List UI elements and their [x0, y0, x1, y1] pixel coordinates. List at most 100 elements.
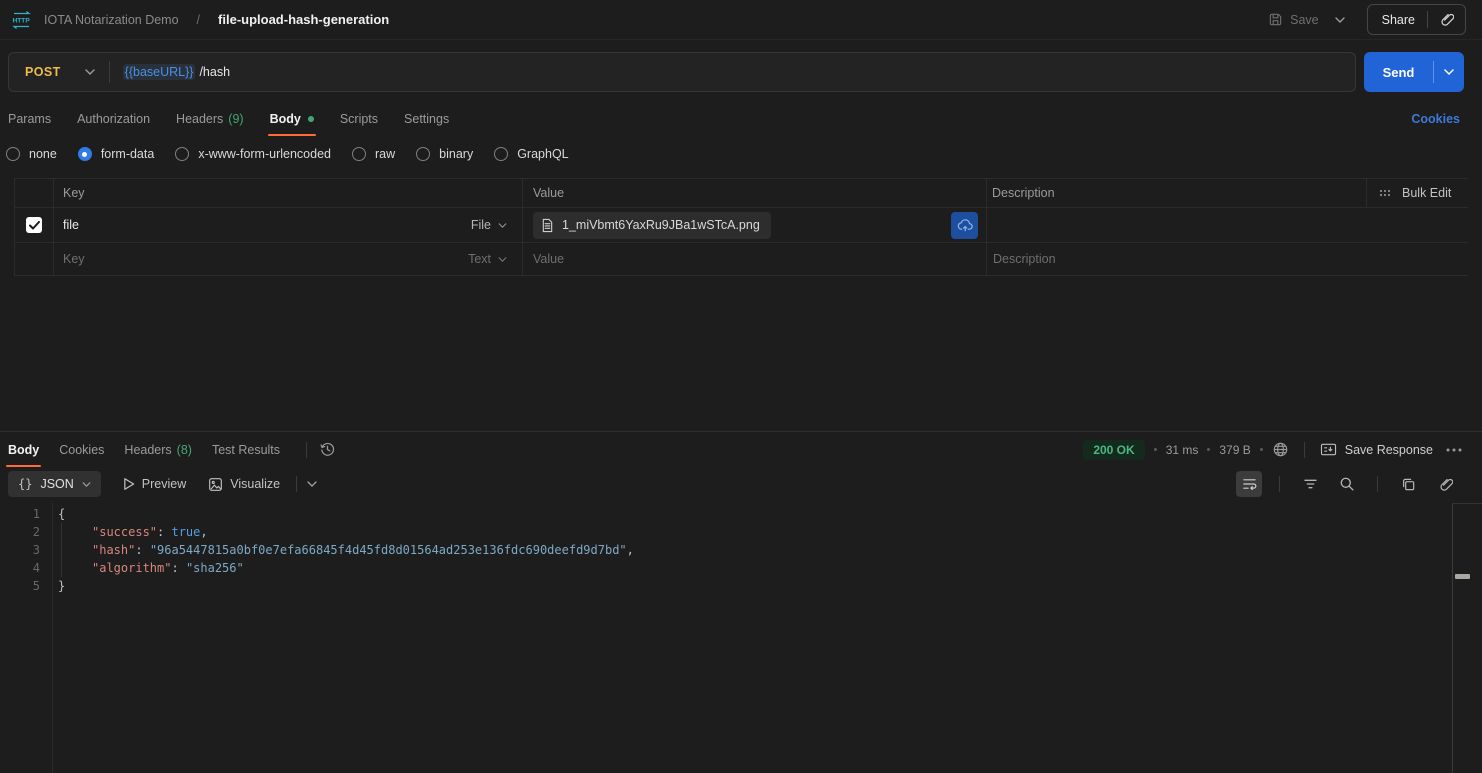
tab-label: Body [8, 443, 39, 457]
body-type-binary[interactable]: binary [416, 147, 473, 161]
save-options-chevron-icon[interactable] [1331, 13, 1349, 27]
value-cell[interactable]: 1_miVbmt6YaxRu9JBa1wSTcA.png [522, 208, 986, 242]
request-tabs: Params Authorization Headers (9) Body Scripts… [8, 104, 475, 134]
line-number: 4 [0, 559, 52, 577]
workspace-name[interactable]: IOTA Notarization Demo [44, 13, 179, 27]
share-button[interactable]: Share [1367, 4, 1466, 35]
divider [1279, 476, 1280, 492]
response-tab-test-results[interactable]: Test Results [212, 435, 280, 465]
file-chip[interactable]: 1_miVbmt6YaxRu9JBa1wSTcA.png [533, 212, 771, 239]
copy-icon [1401, 477, 1416, 492]
body-type-form-data[interactable]: form-data [78, 147, 155, 161]
scrollbar-marker[interactable] [1455, 574, 1470, 579]
status-badge[interactable]: 200 OK [1083, 440, 1144, 460]
response-code[interactable]: 1{2"success": true,3"hash": "96a5447815a… [0, 505, 1452, 773]
line-content: "algorithm": "sha256" [52, 559, 244, 577]
description-cell[interactable] [986, 208, 1468, 242]
value-cell[interactable]: Value [522, 243, 986, 275]
filter-button[interactable] [1297, 471, 1323, 497]
value-type-select[interactable]: File [471, 218, 507, 232]
response-panel: Body Cookies Headers(8) Test Results 200 OK… [0, 431, 1482, 773]
body-type-none[interactable]: none [6, 147, 57, 161]
method-label: POST [25, 65, 61, 79]
chevron-down-icon [498, 257, 507, 262]
request-name[interactable]: file-upload-hash-generation [218, 12, 389, 27]
chevron-down-icon [85, 69, 95, 75]
code-line: 1{ [0, 505, 1452, 523]
tab-headers[interactable]: Headers (9) [176, 104, 244, 134]
visualize-button[interactable]: Visualize [208, 477, 280, 492]
tab-authorization[interactable]: Authorization [77, 104, 150, 134]
more-views-chevron-icon[interactable] [307, 481, 317, 487]
method-select[interactable]: POST [9, 65, 109, 79]
body-type-x-www-form-urlencoded[interactable]: x-www-form-urlencoded [175, 147, 331, 161]
response-tab-body[interactable]: Body [8, 435, 39, 465]
line-number: 3 [0, 541, 52, 559]
description-cell[interactable]: Description [986, 243, 1468, 275]
tab-params[interactable]: Params [8, 104, 51, 134]
save-response-button[interactable]: Save Response [1320, 442, 1433, 457]
tab-label: Body [270, 112, 301, 126]
tab-body[interactable]: Body [270, 104, 314, 134]
link-button[interactable] [1432, 471, 1458, 497]
body-type-raw[interactable]: raw [352, 147, 395, 161]
svg-text:HTTP: HTTP [13, 17, 31, 24]
tab-label: Headers [176, 112, 223, 126]
body-type-graphql[interactable]: GraphQL [494, 147, 568, 161]
select-all-gutter [15, 179, 53, 207]
tab-scripts[interactable]: Scripts [340, 104, 378, 134]
indent-guide-icon [61, 523, 92, 541]
send-button[interactable]: Send [1364, 52, 1433, 92]
response-tab-headers[interactable]: Headers(8) [124, 435, 192, 465]
response-size[interactable]: 379 B [1219, 443, 1250, 457]
line-content: } [52, 577, 65, 595]
play-icon [123, 477, 135, 491]
indent-guide-icon [61, 559, 92, 577]
share-label: Share [1382, 13, 1427, 27]
tab-label: Params [8, 112, 51, 126]
save-button[interactable]: Save [1268, 12, 1319, 27]
code-line: 3"hash": "96a5447815a0bf0e7efa66845f4d45… [0, 541, 1452, 559]
viewer-tools [1236, 469, 1458, 499]
copy-link-icon[interactable] [1428, 12, 1465, 27]
tab-label: Test Results [212, 443, 280, 457]
send-options-chevron-icon[interactable] [1434, 52, 1464, 92]
tab-count: (9) [228, 112, 243, 126]
description-placeholder: Description [993, 252, 1056, 266]
response-tab-cookies[interactable]: Cookies [59, 435, 104, 465]
search-button[interactable] [1334, 471, 1360, 497]
cloud-upload-icon [957, 218, 973, 232]
divider [296, 476, 297, 492]
wrap-text-button[interactable] [1236, 471, 1262, 497]
more-options-icon[interactable] [1446, 448, 1462, 452]
tab-label: Cookies [59, 443, 104, 457]
form-data-table: Key Value Description Bulk Edit file Fil… [14, 178, 1468, 276]
wrap-text-icon [1242, 477, 1257, 491]
cookies-link[interactable]: Cookies [1411, 104, 1460, 134]
preview-button[interactable]: Preview [123, 477, 186, 491]
key-cell[interactable]: Key Text [53, 243, 522, 275]
bulk-edit-label: Bulk Edit [1402, 186, 1451, 200]
row-checkbox[interactable] [26, 217, 42, 233]
breadcrumb-separator: / [197, 13, 200, 27]
key-cell[interactable]: file File [53, 208, 522, 242]
key-placeholder: Key [63, 252, 85, 266]
table-row: file File 1_miVbmt6YaxRu9JBa1wSTcA.png [15, 208, 1468, 243]
tab-settings[interactable]: Settings [404, 104, 449, 134]
response-format-select[interactable]: {} JSON [8, 471, 101, 497]
line-content: "success": true, [52, 523, 208, 541]
copy-button[interactable] [1395, 471, 1421, 497]
url-input[interactable]: {{baseURL}} /hash [123, 64, 230, 80]
preview-label: Preview [142, 477, 186, 491]
network-globe-icon[interactable] [1272, 441, 1289, 458]
upload-file-button[interactable] [951, 212, 978, 239]
response-time[interactable]: 31 ms [1166, 443, 1199, 457]
tab-label: Scripts [340, 112, 378, 126]
response-history-button[interactable] [319, 441, 336, 458]
scrollbar-track[interactable] [1452, 503, 1482, 773]
bulk-edit-button[interactable]: Bulk Edit [1366, 179, 1468, 207]
save-response-label: Save Response [1345, 443, 1433, 457]
code-line: 5} [0, 577, 1452, 595]
value-type-select[interactable]: Text [468, 252, 507, 266]
radio-icon [78, 147, 92, 161]
